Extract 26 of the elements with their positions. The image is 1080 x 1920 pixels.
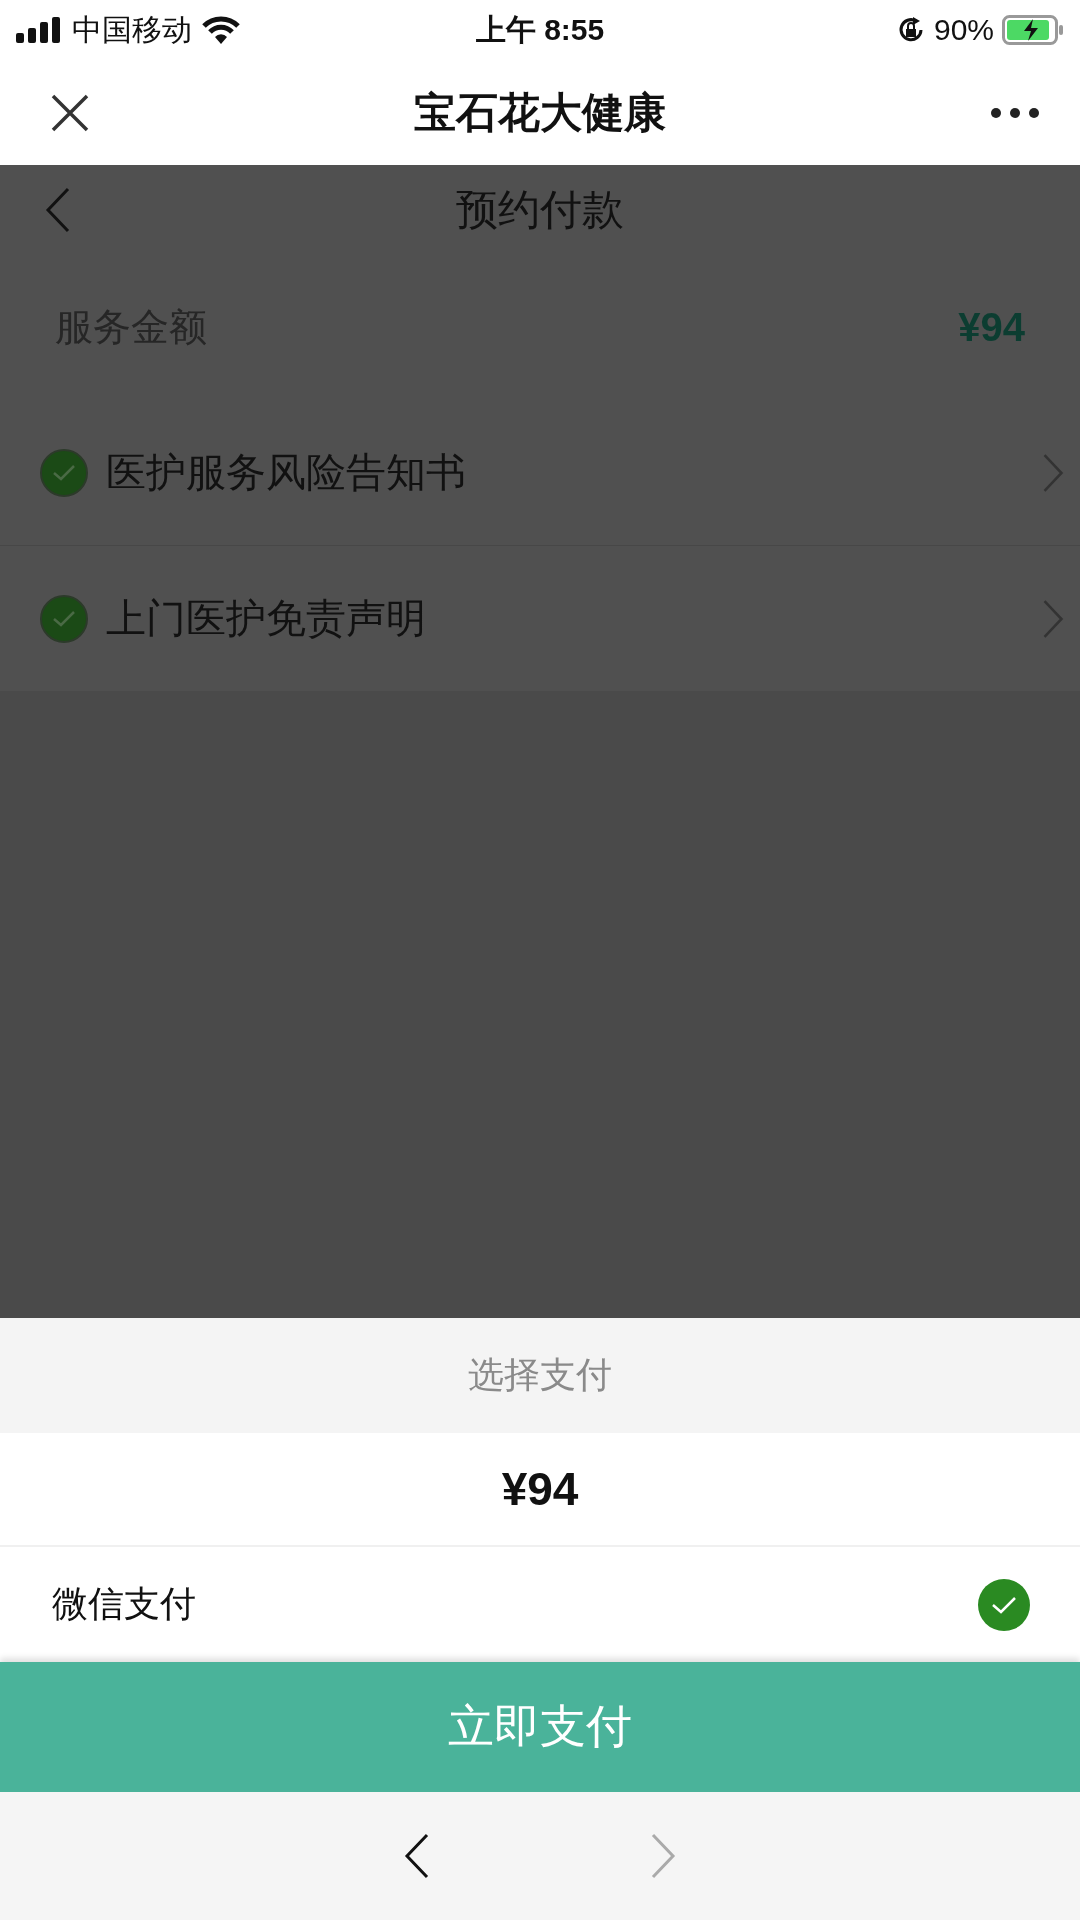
page-title: 预约付款 — [456, 185, 624, 235]
back-button[interactable] — [45, 185, 71, 235]
agreement-row[interactable]: 医护服务风险告知书 — [0, 400, 1080, 546]
signal-icon — [16, 17, 62, 43]
sheet-title: 选择支付 — [0, 1318, 1080, 1433]
amount-value: ¥94 — [958, 305, 1025, 350]
payment-method-row[interactable]: 微信支付 — [0, 1547, 1080, 1662]
agreement-checkbox[interactable] — [40, 448, 88, 497]
app-title: 宝石花大健康 — [413, 87, 667, 138]
close-button[interactable] — [50, 92, 90, 133]
back-nav-button[interactable] — [404, 1833, 430, 1879]
more-menu-button[interactable] — [990, 106, 1040, 119]
battery-charging-icon — [1002, 15, 1064, 45]
carrier-name: 中国移动 — [72, 11, 192, 48]
pay-now-button[interactable]: 立即支付 — [0, 1662, 1080, 1792]
payment-amount: ¥94 — [0, 1433, 1080, 1547]
battery-percent: 90% — [933, 13, 994, 47]
check-icon — [52, 609, 76, 628]
check-icon — [52, 463, 76, 482]
selected-check-icon — [978, 1578, 1030, 1631]
agreement-row[interactable]: 上门医护免责声明 — [0, 546, 1080, 691]
chevron-right-icon — [1042, 451, 1064, 494]
agreement-checkbox[interactable] — [40, 594, 88, 643]
clock-time: 上午 8:55 — [475, 11, 605, 48]
wifi-icon — [202, 16, 240, 44]
chevron-right-icon — [1042, 597, 1064, 640]
